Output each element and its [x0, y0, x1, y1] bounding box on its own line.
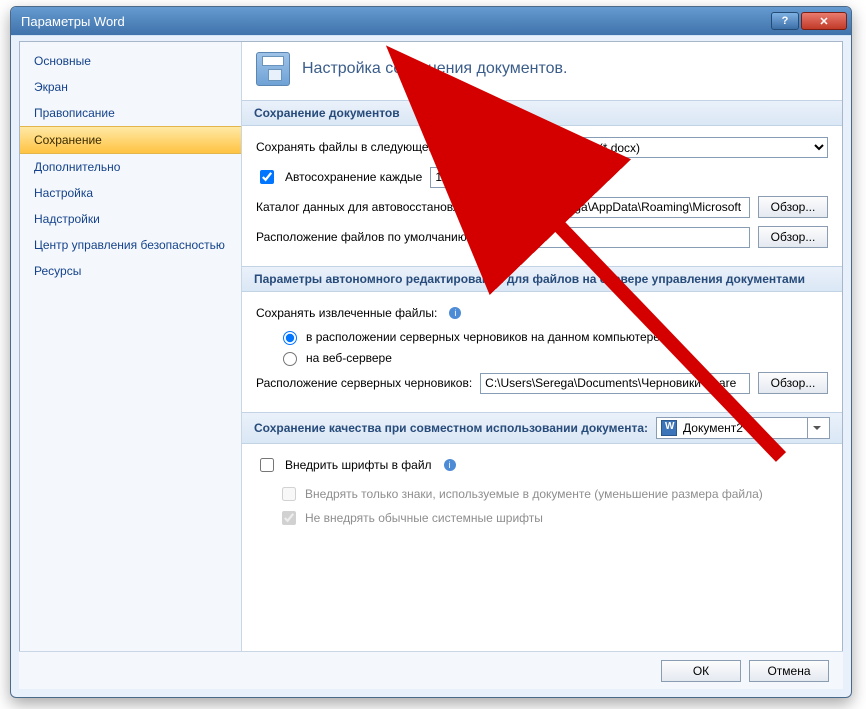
chevron-down-icon [807, 418, 825, 438]
cancel-button[interactable]: Отмена [749, 660, 829, 682]
default-loc-label: Расположение файлов по умолчанию: [256, 230, 486, 244]
radio-web-label: на веб-сервере [306, 351, 392, 365]
skip-system-fonts-checkbox [282, 511, 296, 525]
drafts-browse-button[interactable]: Обзор... [758, 372, 828, 394]
radio-local-label: в расположении серверных черновиков на д… [306, 330, 660, 344]
group-offline-title: Параметры автономного редактирования для… [242, 266, 842, 292]
default-loc-browse-button[interactable]: Обзор... [758, 226, 828, 248]
autosave-label: Автосохранение каждые [285, 170, 422, 184]
main-panel: Настройка сохранения документов. Сохране… [242, 42, 842, 688]
format-select[interactable]: Документ Word (*.docx) [501, 137, 828, 158]
skip-system-fonts-label: Не внедрять обычные системные шрифты [305, 511, 543, 525]
group-sharing-header: Сохранение качества при совместном испол… [242, 412, 842, 444]
save-icon [256, 52, 290, 86]
autosave-unit: минут [484, 170, 517, 184]
radio-web-server[interactable] [283, 352, 297, 366]
dialog-footer: ОК Отмена [19, 651, 843, 689]
recovery-label: Каталог данных для автовосстановления: [256, 200, 486, 214]
autosave-checkbox[interactable] [260, 170, 274, 184]
client-area: Основные Экран Правописание Сохранение Д… [19, 41, 843, 689]
page-header: Настройка сохранения документов. [242, 42, 842, 100]
embed-subset-checkbox [282, 487, 296, 501]
close-button[interactable]: ✕ [801, 12, 847, 30]
document-selector[interactable]: Документ2 [656, 417, 830, 439]
help-button[interactable]: ? [771, 12, 799, 30]
default-loc-input[interactable] [494, 227, 750, 248]
window-title: Параметры Word [21, 14, 771, 29]
sidebar: Основные Экран Правописание Сохранение Д… [20, 42, 242, 688]
sidebar-item-general[interactable]: Основные [20, 48, 241, 74]
drafts-label: Расположение серверных черновиков: [256, 376, 472, 390]
info-icon[interactable]: i [449, 307, 461, 319]
sidebar-item-display[interactable]: Экран [20, 74, 241, 100]
autosave-minutes-input[interactable] [430, 167, 476, 188]
ok-button[interactable]: ОК [661, 660, 741, 682]
group-save-title: Сохранение документов [242, 100, 842, 126]
sidebar-item-save[interactable]: Сохранение [20, 126, 241, 154]
dialog-window: Параметры Word ? ✕ Основные Экран Правоп… [10, 6, 852, 698]
document-name: Документ2 [683, 421, 743, 435]
embed-fonts-checkbox[interactable] [260, 458, 274, 472]
drafts-path-input[interactable] [480, 373, 750, 394]
group-offline-body: Сохранять извлеченные файлы: i в располо… [242, 292, 842, 412]
group-sharing-body: Внедрить шрифты в файл i Внедрять только… [242, 444, 842, 542]
recovery-path-input[interactable] [494, 197, 750, 218]
checked-out-label: Сохранять извлеченные файлы: [256, 306, 437, 320]
sidebar-item-trust[interactable]: Центр управления безопасностью [20, 232, 241, 258]
recovery-browse-button[interactable]: Обзор... [758, 196, 828, 218]
group-sharing-title: Сохранение качества при совместном испол… [254, 421, 648, 435]
sidebar-item-resources[interactable]: Ресурсы [20, 258, 241, 284]
sidebar-item-proofing[interactable]: Правописание [20, 100, 241, 126]
window-buttons: ? ✕ [771, 12, 847, 30]
titlebar: Параметры Word ? ✕ [11, 7, 851, 35]
format-label: Сохранять файлы в следующем формате: [256, 140, 493, 154]
sidebar-item-addins[interactable]: Надстройки [20, 206, 241, 232]
embed-fonts-label: Внедрить шрифты в файл [285, 458, 432, 472]
word-doc-icon [661, 420, 677, 436]
sidebar-item-advanced[interactable]: Дополнительно [20, 154, 241, 180]
group-save-body: Сохранять файлы в следующем формате: Док… [242, 126, 842, 266]
radio-local-drafts[interactable] [283, 331, 297, 345]
sidebar-item-customize[interactable]: Настройка [20, 180, 241, 206]
info-icon[interactable]: i [444, 459, 456, 471]
layout: Основные Экран Правописание Сохранение Д… [20, 42, 842, 688]
embed-subset-label: Внедрять только знаки, используемые в до… [305, 487, 763, 501]
page-title: Настройка сохранения документов. [302, 60, 567, 78]
